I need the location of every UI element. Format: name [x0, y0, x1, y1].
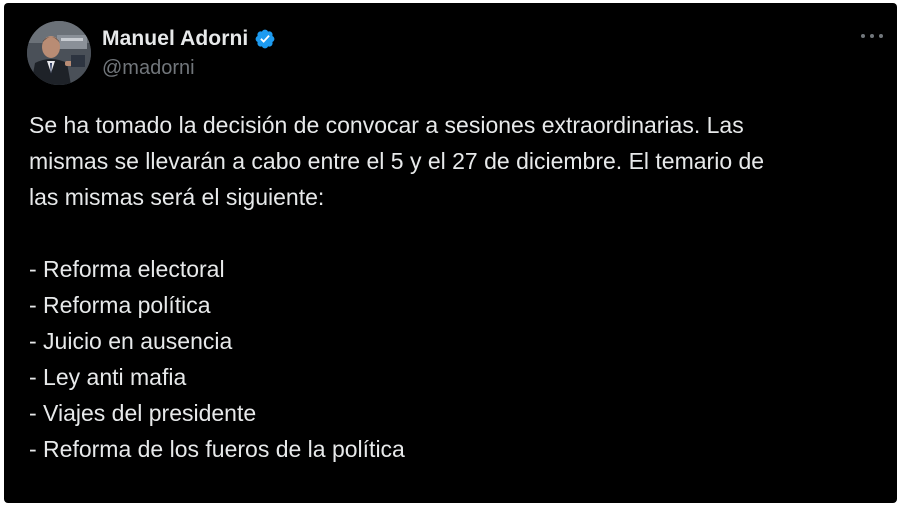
- topic-item: - Reforma política: [29, 292, 211, 318]
- ellipsis-icon: [861, 34, 883, 38]
- tweet-text-line: las mismas será el siguiente:: [29, 184, 325, 210]
- topic-list: - Reforma electoral - Reforma política -…: [29, 251, 874, 467]
- author-handle[interactable]: @madorni: [102, 57, 195, 80]
- topic-item: - Reforma electoral: [29, 256, 225, 282]
- topic-item: - Juicio en ausencia: [29, 328, 233, 354]
- topic-item: - Reforma de los fueros de la política: [29, 436, 405, 462]
- topic-item: - Viajes del presidente: [29, 400, 257, 426]
- avatar[interactable]: [27, 21, 91, 85]
- author-name[interactable]: Manuel Adorni: [102, 27, 248, 51]
- tweet-text-line: Se ha tomado la decisión de convocar a s…: [29, 112, 744, 138]
- verified-badge-icon: [254, 28, 276, 50]
- author-name-row: Manuel Adorni: [102, 25, 276, 53]
- tweet-card[interactable]: Manuel Adorni @madorni Se ha tomado la d…: [4, 3, 897, 503]
- tweet-text: Se ha tomado la decisión de convocar a s…: [29, 107, 874, 467]
- screenshot-frame: Manuel Adorni @madorni Se ha tomado la d…: [0, 0, 900, 505]
- avatar-image: [27, 21, 91, 85]
- topic-item: - Ley anti mafia: [29, 364, 187, 390]
- more-options-button[interactable]: [857, 25, 887, 47]
- tweet-text-line: mismas se llevarán a cabo entre el 5 y e…: [29, 148, 765, 174]
